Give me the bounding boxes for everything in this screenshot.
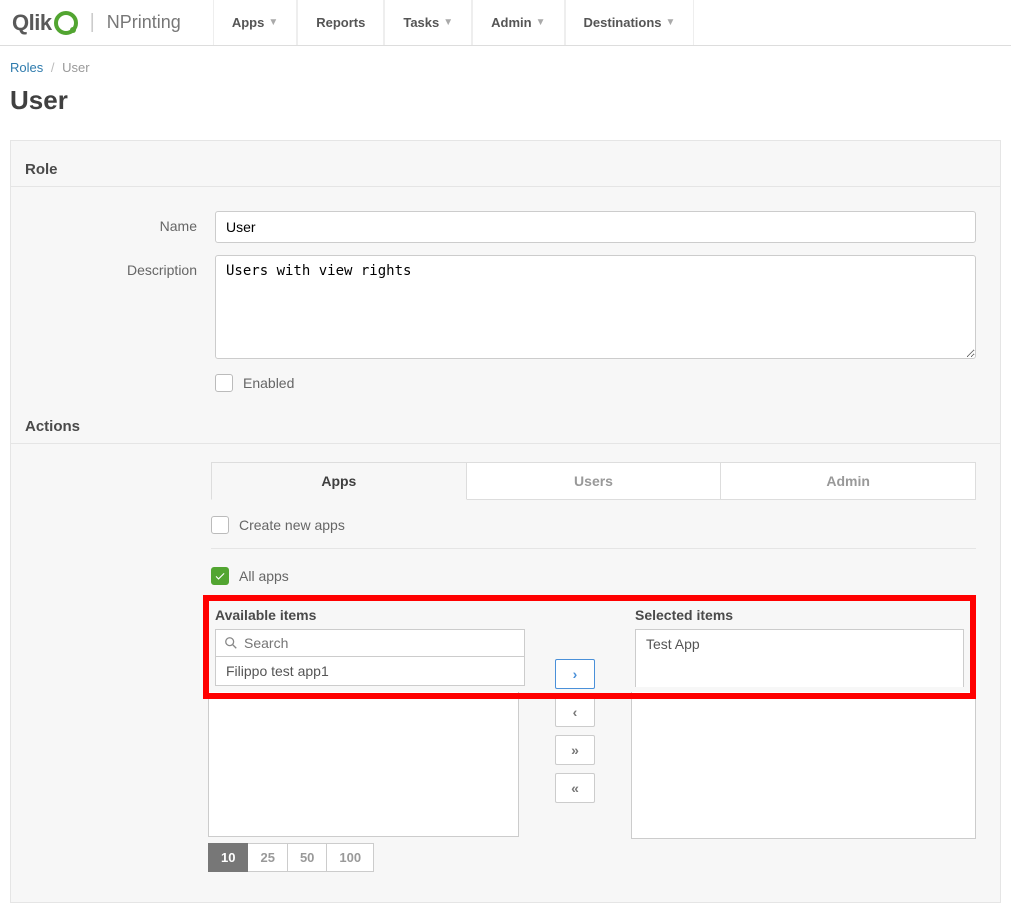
main-nav: Apps▼ Reports Tasks▼ Admin▼ Destinations… [193,0,695,45]
selected-items-title: Selected items [635,607,964,623]
available-item[interactable]: Filippo test app1 [226,663,329,679]
available-items-title: Available items [215,607,525,623]
qlik-logo-icon [54,11,78,35]
move-all-left-button[interactable]: « [555,773,595,803]
breadcrumb-separator: / [51,60,55,75]
chevron-left-icon: ‹ [573,704,578,720]
enabled-label: Enabled [243,375,294,391]
chevron-down-icon: ▼ [443,17,453,28]
chevron-down-icon: ▼ [666,17,676,28]
enabled-checkbox[interactable] [215,374,233,392]
nav-apps-label: Apps [232,15,265,30]
role-section-title: Role [11,161,1000,187]
double-chevron-right-icon: » [571,742,579,758]
pager-25[interactable]: 25 [248,843,287,872]
actions-section-title: Actions [11,418,1000,444]
nav-admin[interactable]: Admin ▼ [472,0,564,45]
chevron-down-icon: ▼ [536,17,546,28]
name-row: Name [11,205,1000,249]
available-column: Available items Filippo test app1 [215,607,525,687]
description-textarea[interactable] [215,255,976,359]
nav-destinations[interactable]: Destinations ▼ [565,0,695,45]
all-apps-label: All apps [239,568,289,584]
pager-50[interactable]: 50 [288,843,327,872]
nav-tasks[interactable]: Tasks ▼ [384,0,472,45]
nav-destinations-label: Destinations [584,15,662,30]
divider [211,548,976,549]
enabled-row: Enabled [11,368,1000,398]
search-box[interactable] [215,629,525,657]
all-apps-checkbox-group[interactable]: All apps [211,567,976,585]
selected-column: Selected items Test App [635,607,964,687]
actions-tabs: Apps Users Admin [211,462,976,500]
search-icon [224,636,238,650]
tab-apps[interactable]: Apps [211,462,467,500]
brand: Qlik | NPrinting [0,10,193,36]
description-label: Description [25,255,215,278]
all-apps-checkbox[interactable] [211,567,229,585]
page-title: User [0,79,1011,140]
tab-admin[interactable]: Admin [721,462,976,500]
create-new-apps-checkbox-group[interactable]: Create new apps [211,516,976,534]
name-input[interactable] [215,211,976,243]
tab-users[interactable]: Users [467,462,722,500]
name-label: Name [25,211,215,234]
create-new-apps-checkbox[interactable] [211,516,229,534]
breadcrumb-roles-link[interactable]: Roles [10,60,43,75]
available-listbox[interactable] [208,692,519,837]
description-row: Description [11,249,1000,368]
double-chevron-left-icon: « [571,780,579,796]
enabled-checkbox-group[interactable]: Enabled [215,374,976,392]
chevron-down-icon: ▼ [268,17,278,28]
actions-body: Create new apps All apps Available items… [211,516,1000,872]
shuttle-row: 10 25 50 100 › ‹ » « [209,699,976,872]
nav-reports-label: Reports [316,15,365,30]
pager-100[interactable]: 100 [327,843,374,872]
highlight-box: Available items Filippo test app1 Select… [203,595,976,699]
pager: 10 25 50 100 [208,843,519,872]
move-all-right-button[interactable]: » [555,735,595,765]
top-bar: Qlik | NPrinting Apps▼ Reports Tasks▼ Ad… [0,0,1011,46]
pager-10[interactable]: 10 [208,843,248,872]
nav-tasks-label: Tasks [403,15,439,30]
role-panel: Role Name Description Enabled Actions Ap… [10,140,1001,903]
nav-reports[interactable]: Reports [297,0,384,45]
selected-item[interactable]: Test App [646,636,700,652]
nav-admin-label: Admin [491,15,531,30]
brand-separator: | [90,11,95,34]
nav-apps[interactable]: Apps▼ [213,0,297,45]
brand-qlik-text: Qlik [12,10,52,36]
create-new-apps-label: Create new apps [239,517,345,533]
brand-product-text: NPrinting [107,12,181,33]
selected-listbox[interactable] [631,692,976,839]
check-icon [214,570,226,582]
breadcrumb-current: User [62,60,89,75]
search-input[interactable] [244,635,516,651]
move-left-button[interactable]: ‹ [555,697,595,727]
breadcrumb: Roles / User [0,46,1011,79]
